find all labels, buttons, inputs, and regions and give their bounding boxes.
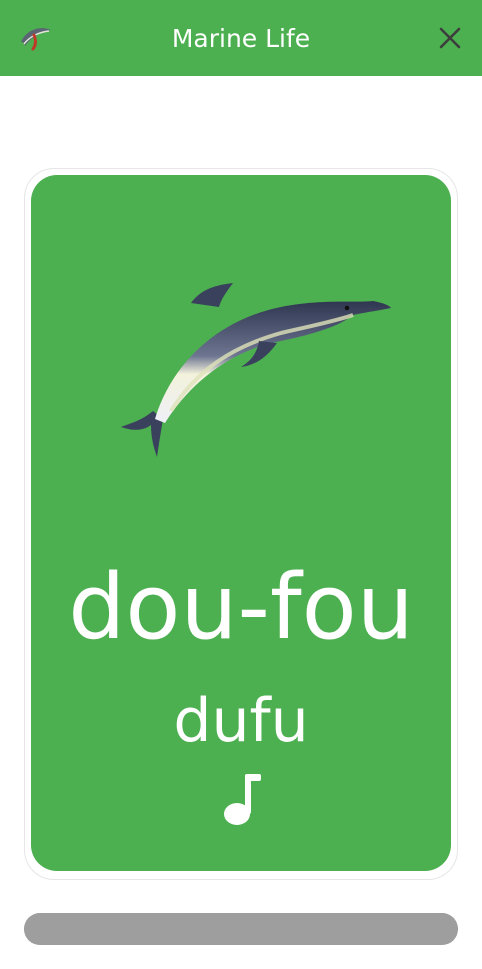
page-title: Marine Life — [171, 24, 311, 53]
progress-fill — [24, 913, 458, 945]
progress-bar — [24, 913, 458, 945]
phonetic-text: dufu — [173, 686, 309, 756]
word-text: dou-fou — [68, 555, 414, 660]
dolphin-image — [121, 283, 391, 457]
close-icon[interactable] — [436, 24, 464, 52]
music-note-icon[interactable] — [221, 770, 261, 828]
flashcard[interactable]: dou-fou dufu — [31, 175, 451, 871]
app-header: Marine Life — [0, 0, 482, 76]
